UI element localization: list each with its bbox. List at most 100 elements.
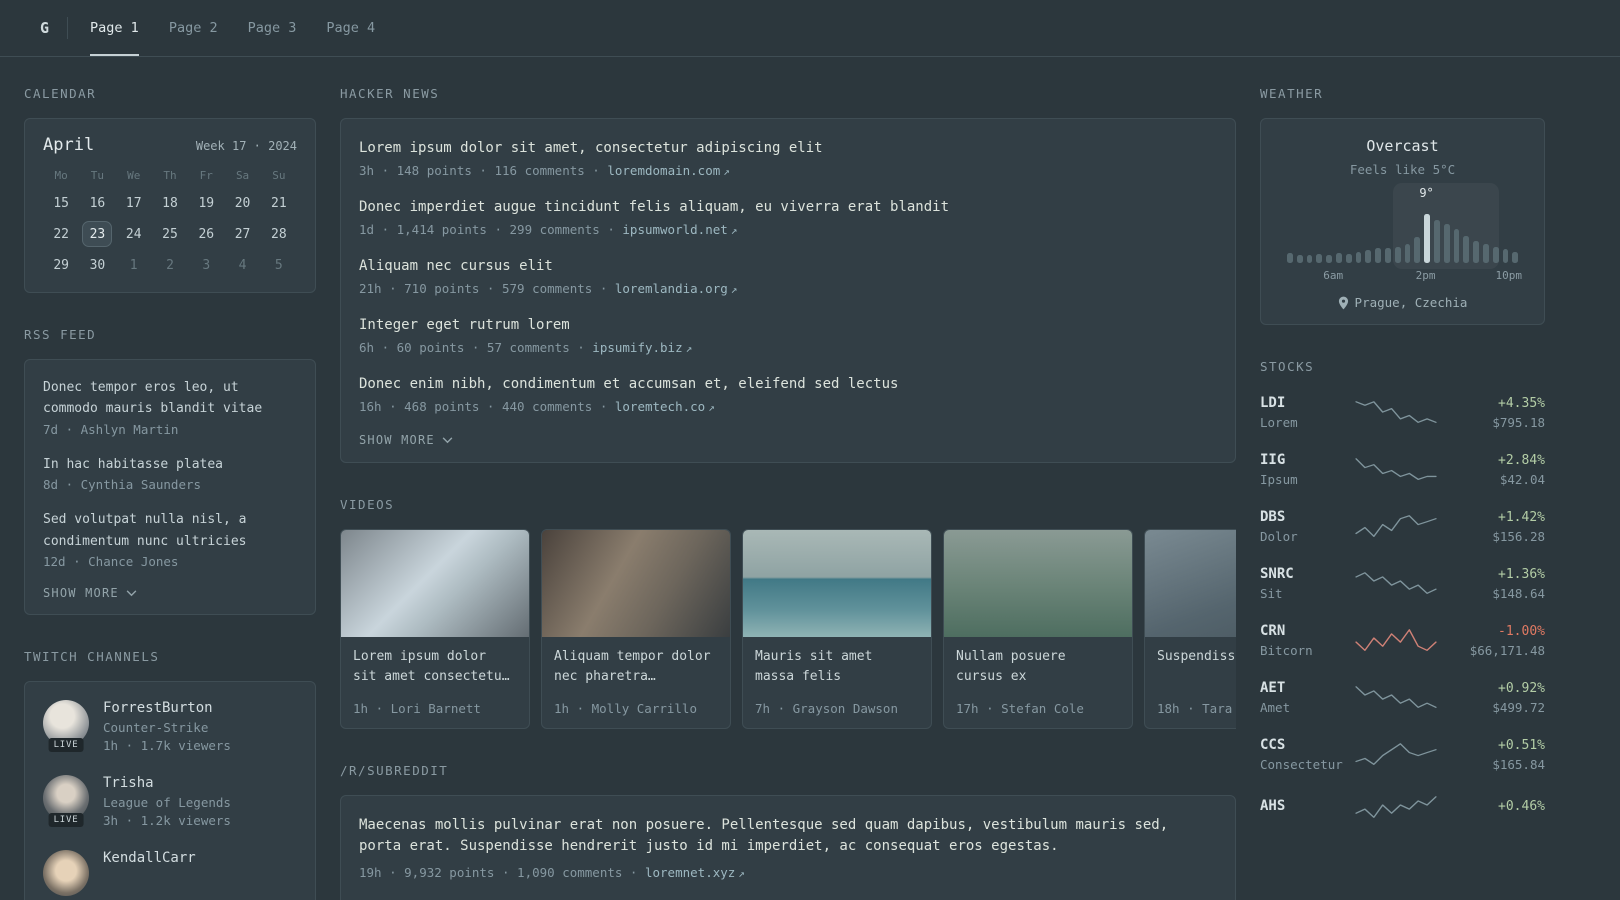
video-title-link[interactable]: Lorem ipsum dolor sit amet consectetu… bbox=[353, 647, 517, 687]
video-title-link[interactable]: Suspendisse diam bbox=[1157, 647, 1236, 667]
story-title-link[interactable]: Aliquam nec cursus elit bbox=[359, 256, 1217, 277]
weather-bar bbox=[1287, 252, 1293, 263]
video-meta: 1h · Molly Carrillo bbox=[554, 701, 697, 716]
story-domain-link[interactable]: loremtech.co bbox=[615, 399, 705, 414]
story-item: Aliquam nec cursus elit 21h · 710 points… bbox=[359, 256, 1217, 296]
video-meta: 17h · Stefan Cole bbox=[956, 701, 1084, 716]
external-link-icon: ↗ bbox=[723, 165, 730, 178]
stock-price: $156.28 bbox=[1492, 528, 1545, 544]
stock-price: $165.84 bbox=[1492, 756, 1545, 772]
video-card: Nullam posuere cursus ex 17h · Stefan Co… bbox=[943, 529, 1133, 729]
channel-name-link[interactable]: ForrestBurton bbox=[103, 700, 231, 716]
post-domain-link[interactable]: loremnet.xyz bbox=[645, 865, 735, 880]
channel-avatar[interactable]: LIVE bbox=[43, 700, 89, 753]
rss-item-link[interactable]: Donec tempor eros leo, ut commodo mauris… bbox=[43, 377, 297, 420]
weather-bar bbox=[1433, 220, 1440, 263]
stock-change: +1.42% bbox=[1498, 509, 1545, 525]
rss-show-more-button[interactable]: SHOW MORE bbox=[43, 586, 137, 600]
external-link-icon: ↗ bbox=[685, 342, 693, 355]
channel-avatar[interactable] bbox=[43, 850, 89, 897]
calendar-day: 30 bbox=[89, 258, 106, 273]
story-title-link[interactable]: Donec enim nibh, condimentum et accumsan… bbox=[359, 374, 1217, 395]
stock-change: +1.36% bbox=[1498, 566, 1545, 582]
stock-values: +0.51% $165.84 bbox=[1438, 738, 1545, 772]
stock-id: SNRC Sit bbox=[1260, 566, 1354, 601]
hackernews-show-more-button[interactable]: SHOW MORE bbox=[359, 433, 453, 447]
story-domain-link[interactable]: loremdomain.com bbox=[607, 163, 720, 178]
post-meta-text: 19h · 9,932 points · 1,090 comments · bbox=[359, 865, 645, 880]
weather-bar bbox=[1335, 252, 1342, 263]
story-title-link[interactable]: Integer eget rutrum lorem bbox=[359, 315, 1217, 336]
channel-name-link[interactable]: Trisha bbox=[103, 775, 231, 791]
stock-row: DBS Dolor +1.42% $156.28 bbox=[1260, 509, 1545, 544]
video-card: Lorem ipsum dolor sit amet consectetu… 1… bbox=[340, 529, 530, 729]
video-thumbnail[interactable] bbox=[1145, 530, 1236, 637]
stock-symbol-link[interactable]: SNRC bbox=[1260, 566, 1354, 582]
rss-item-link[interactable]: Sed volutpat nulla nisl, a condimentum n… bbox=[43, 509, 297, 552]
story-domain-link[interactable]: ipsumify.biz bbox=[592, 340, 682, 355]
stock-change: +0.51% bbox=[1498, 737, 1545, 753]
stock-price: $795.18 bbox=[1492, 414, 1545, 430]
channel-meta: 3h · 1.2k viewers bbox=[103, 813, 231, 829]
calendar-weekday: Th bbox=[163, 169, 177, 182]
weather-bar bbox=[1345, 254, 1352, 263]
video-thumbnail[interactable] bbox=[743, 530, 931, 637]
rss-section-title: RSS FEED bbox=[24, 327, 97, 342]
channel-category-link[interactable]: Counter-Strike bbox=[103, 720, 231, 735]
stock-symbol-link[interactable]: CCS bbox=[1260, 737, 1354, 753]
hackernews-section-title: HACKER NEWS bbox=[340, 86, 440, 101]
stock-change: -1.00% bbox=[1498, 623, 1545, 639]
tab-page-2[interactable]: Page 2 bbox=[169, 0, 218, 56]
subreddit-widget: Maecenas mollis pulvinar erat non posuer… bbox=[340, 795, 1236, 900]
weather-bar bbox=[1375, 247, 1381, 263]
weather-feels-like: Feels like 5°C bbox=[1349, 162, 1456, 177]
twitch-widget: LIVE ForrestBurton Counter-Strike 1h · 1… bbox=[24, 681, 316, 900]
twitch-channel: LIVE ForrestBurton Counter-Strike 1h · 1… bbox=[43, 700, 297, 753]
story-domain-link[interactable]: ipsumworld.net bbox=[622, 222, 727, 237]
tab-page-4[interactable]: Page 4 bbox=[326, 0, 375, 56]
tab-page-1[interactable]: Page 1 bbox=[90, 0, 139, 56]
rss-item-meta: 7d · Ashlyn Martin bbox=[43, 421, 179, 437]
stock-row: CRN Bitcorn -1.00% $66,171.48 bbox=[1260, 623, 1545, 658]
stock-sparkline bbox=[1355, 796, 1437, 818]
video-thumbnail[interactable] bbox=[542, 530, 730, 637]
video-title-link[interactable]: Aliquam tempor dolor nec pharetra… bbox=[554, 647, 718, 687]
stock-name: Bitcorn bbox=[1260, 643, 1313, 658]
calendar-weekday-row: Mo Tu We Th Fr Sa Su bbox=[43, 169, 297, 182]
stock-symbol-link[interactable]: IIG bbox=[1260, 452, 1354, 468]
channel-category-link[interactable]: League of Legends bbox=[103, 795, 231, 810]
post-title-link[interactable]: Maecenas mollis pulvinar erat non posuer… bbox=[359, 815, 1217, 857]
stock-symbol-link[interactable]: AHS bbox=[1260, 798, 1354, 814]
video-thumbnail[interactable] bbox=[341, 530, 529, 637]
story-meta-text: 16h · 468 points · 440 comments · bbox=[359, 399, 615, 414]
story-title-link[interactable]: Lorem ipsum dolor sit amet, consectetur … bbox=[359, 138, 1217, 159]
tab-page-3[interactable]: Page 3 bbox=[248, 0, 297, 56]
video-card-body: Suspendisse diam 18h · Tara bbox=[1145, 637, 1236, 728]
channel-name-link[interactable]: KendallCarr bbox=[103, 850, 196, 866]
video-card: Suspendisse diam 18h · Tara bbox=[1144, 529, 1236, 729]
calendar-weekday: We bbox=[127, 169, 141, 182]
channel-avatar[interactable]: LIVE bbox=[43, 775, 89, 828]
video-thumbnail[interactable] bbox=[944, 530, 1132, 637]
subreddit-section-title: /R/SUBREDDIT bbox=[340, 763, 449, 778]
story-domain-link[interactable]: loremlandia.org bbox=[615, 281, 728, 296]
weather-bar bbox=[1512, 251, 1519, 263]
weather-bar bbox=[1424, 213, 1430, 263]
calendar-week-year: Week 17 · 2024 bbox=[195, 139, 297, 153]
rss-item-link[interactable]: In hac habitasse platea bbox=[43, 454, 297, 475]
calendar-day: 3 bbox=[202, 258, 211, 273]
weather-time-label: 2pm bbox=[1415, 269, 1436, 282]
story-meta: 1d · 1,414 points · 299 comments · ipsum… bbox=[359, 222, 1217, 237]
stock-symbol-link[interactable]: CRN bbox=[1260, 623, 1354, 639]
weather-bar bbox=[1502, 249, 1509, 263]
channel-info: ForrestBurton Counter-Strike 1h · 1.7k v… bbox=[103, 700, 231, 753]
stock-symbol-link[interactable]: LDI bbox=[1260, 395, 1354, 411]
weather-time-label: 6am bbox=[1323, 269, 1344, 282]
stock-sparkline bbox=[1355, 628, 1437, 651]
video-title-link[interactable]: Mauris sit amet massa felis bbox=[755, 647, 919, 687]
stock-symbol-link[interactable]: DBS bbox=[1260, 509, 1354, 525]
story-item: Donec enim nibh, condimentum et accumsan… bbox=[359, 374, 1217, 414]
stock-symbol-link[interactable]: AET bbox=[1260, 680, 1354, 696]
video-title-link[interactable]: Nullam posuere cursus ex bbox=[956, 647, 1120, 687]
story-title-link[interactable]: Donec imperdiet augue tincidunt felis al… bbox=[359, 197, 1217, 218]
